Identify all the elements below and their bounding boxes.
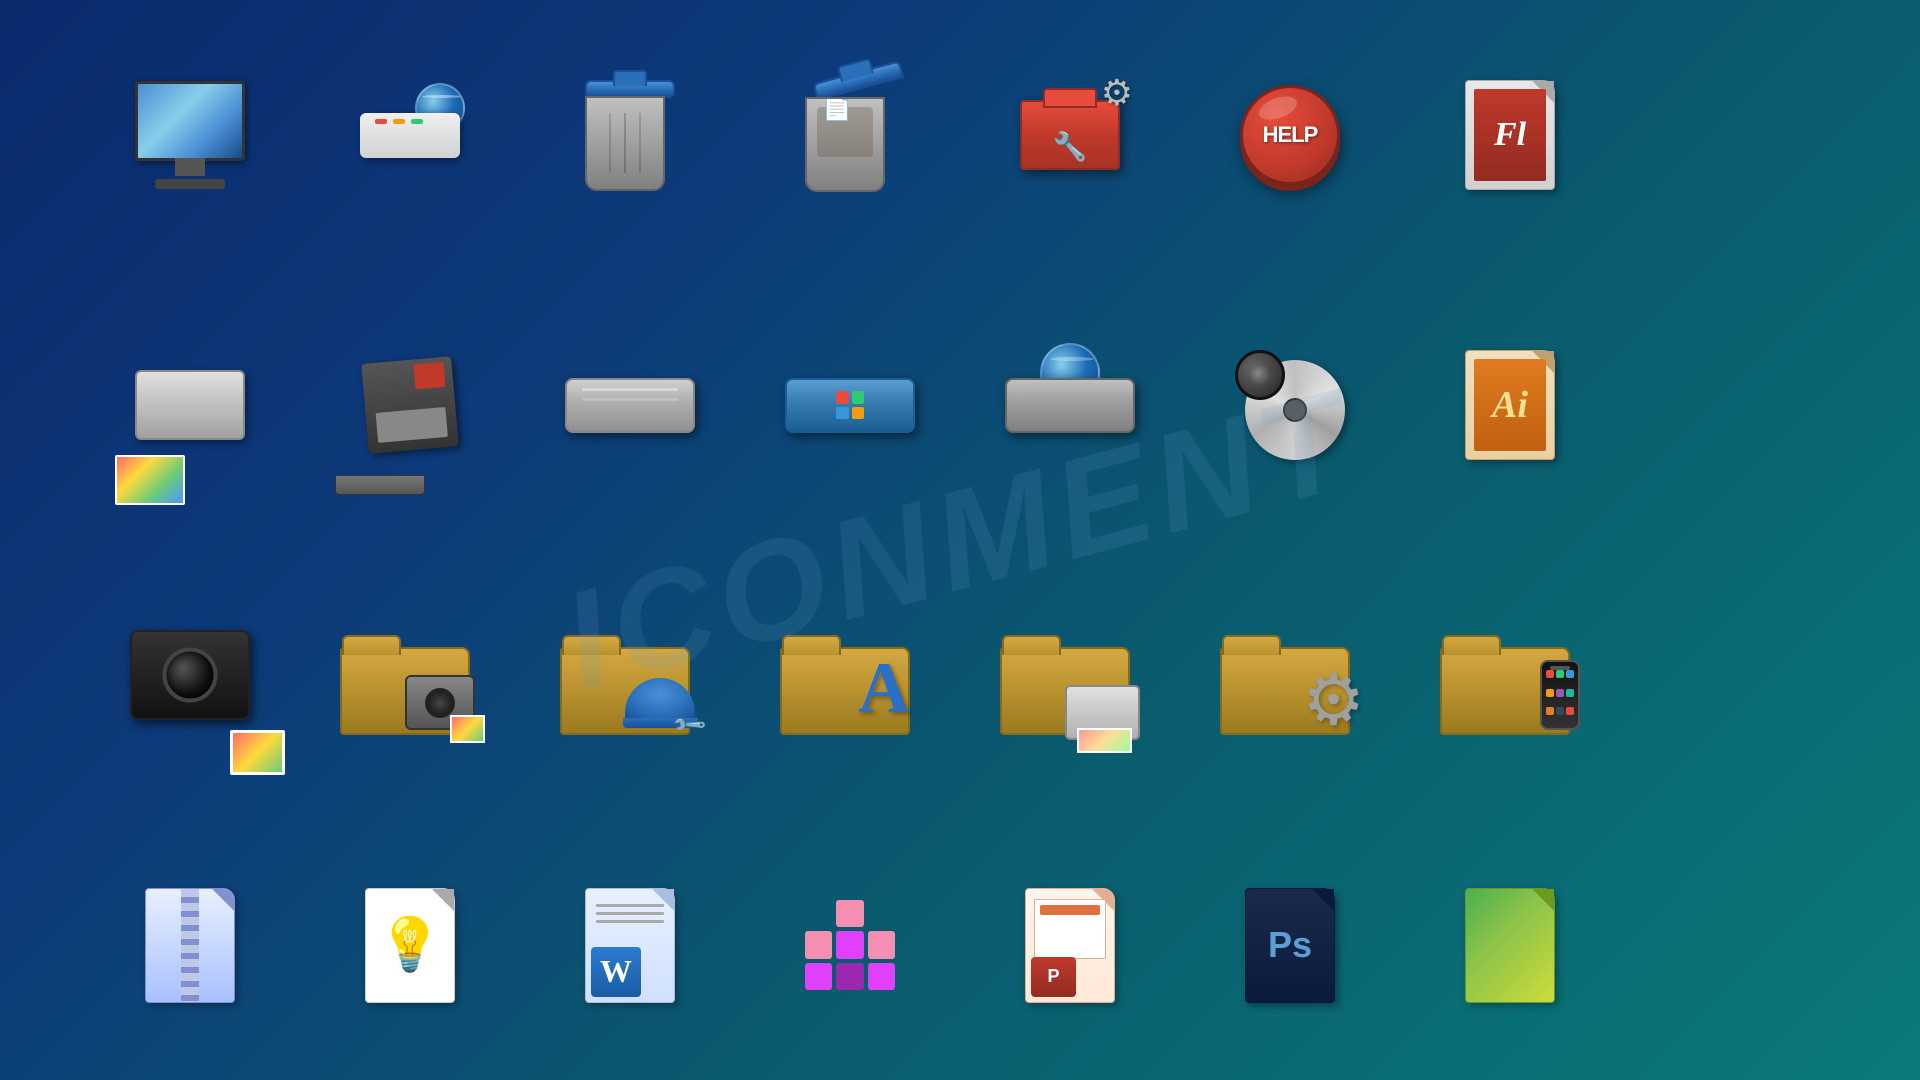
folder-hardhat-icon[interactable]: 🔧 bbox=[550, 595, 710, 755]
trash-empty-icon[interactable] bbox=[550, 55, 710, 215]
powerpoint-icon[interactable]: P bbox=[990, 865, 1150, 1025]
trash-full-icon[interactable]: 📄 bbox=[770, 55, 930, 215]
3d-blocks-icon[interactable] bbox=[770, 865, 930, 1025]
ppt-badge: P bbox=[1031, 957, 1076, 997]
font-letter: A bbox=[858, 647, 910, 730]
blank-1 bbox=[1650, 55, 1810, 215]
icon-row-1: 📄 ⚙ 🔧 HELP Fl bbox=[0, 0, 1920, 270]
photoshop-icon[interactable]: Ps bbox=[1210, 865, 1370, 1025]
hd-blue-icon[interactable] bbox=[770, 325, 930, 485]
help-icon[interactable]: HELP bbox=[1210, 55, 1370, 215]
gear-decoration: ⚙ bbox=[1101, 72, 1133, 114]
icon-row-3: 🔧 A ⚙ bbox=[0, 540, 1920, 810]
floppy-icon[interactable] bbox=[330, 325, 490, 485]
hd-globe-icon[interactable] bbox=[990, 325, 1150, 485]
toolbox-icon[interactable]: ⚙ 🔧 bbox=[990, 55, 1150, 215]
flash-label: Fl bbox=[1474, 89, 1546, 181]
blank-3 bbox=[1650, 595, 1810, 755]
folder-printer-icon[interactable] bbox=[990, 595, 1150, 755]
bulb-icon: 💡 bbox=[378, 919, 443, 971]
word-icon[interactable]: W bbox=[550, 865, 710, 1025]
cd-speaker-icon[interactable] bbox=[1210, 325, 1370, 485]
folder-phone-icon[interactable] bbox=[1430, 595, 1590, 755]
zip-icon[interactable] bbox=[110, 865, 270, 1025]
idea-template-icon[interactable]: 💡 bbox=[330, 865, 490, 1025]
gear-icon: ⚙ bbox=[1302, 665, 1365, 735]
blank-4 bbox=[1650, 865, 1810, 1025]
flash-icon[interactable]: Fl bbox=[1430, 55, 1590, 215]
folder-gear-icon[interactable]: ⚙ bbox=[1210, 595, 1370, 755]
wrench-decoration: 🔧 bbox=[1053, 130, 1088, 163]
word-badge: W bbox=[591, 947, 641, 997]
icon-row-2: Ai bbox=[0, 270, 1920, 540]
image-file-icon[interactable] bbox=[1430, 865, 1590, 1025]
blank-2 bbox=[1650, 325, 1810, 485]
hd-silver-icon[interactable] bbox=[550, 325, 710, 485]
icon-row-4: 💡 W bbox=[0, 810, 1920, 1080]
printer-icon[interactable] bbox=[110, 325, 270, 485]
router-icon[interactable] bbox=[330, 55, 490, 215]
folder-font-icon[interactable]: A bbox=[770, 595, 930, 755]
camera-black-icon[interactable] bbox=[110, 595, 270, 755]
folder-camera-icon[interactable] bbox=[330, 595, 490, 755]
monitor-icon[interactable] bbox=[110, 55, 270, 215]
illustrator-icon[interactable]: Ai bbox=[1430, 325, 1590, 485]
ps-label: Ps bbox=[1268, 924, 1312, 966]
ai-label: Ai bbox=[1474, 359, 1546, 451]
